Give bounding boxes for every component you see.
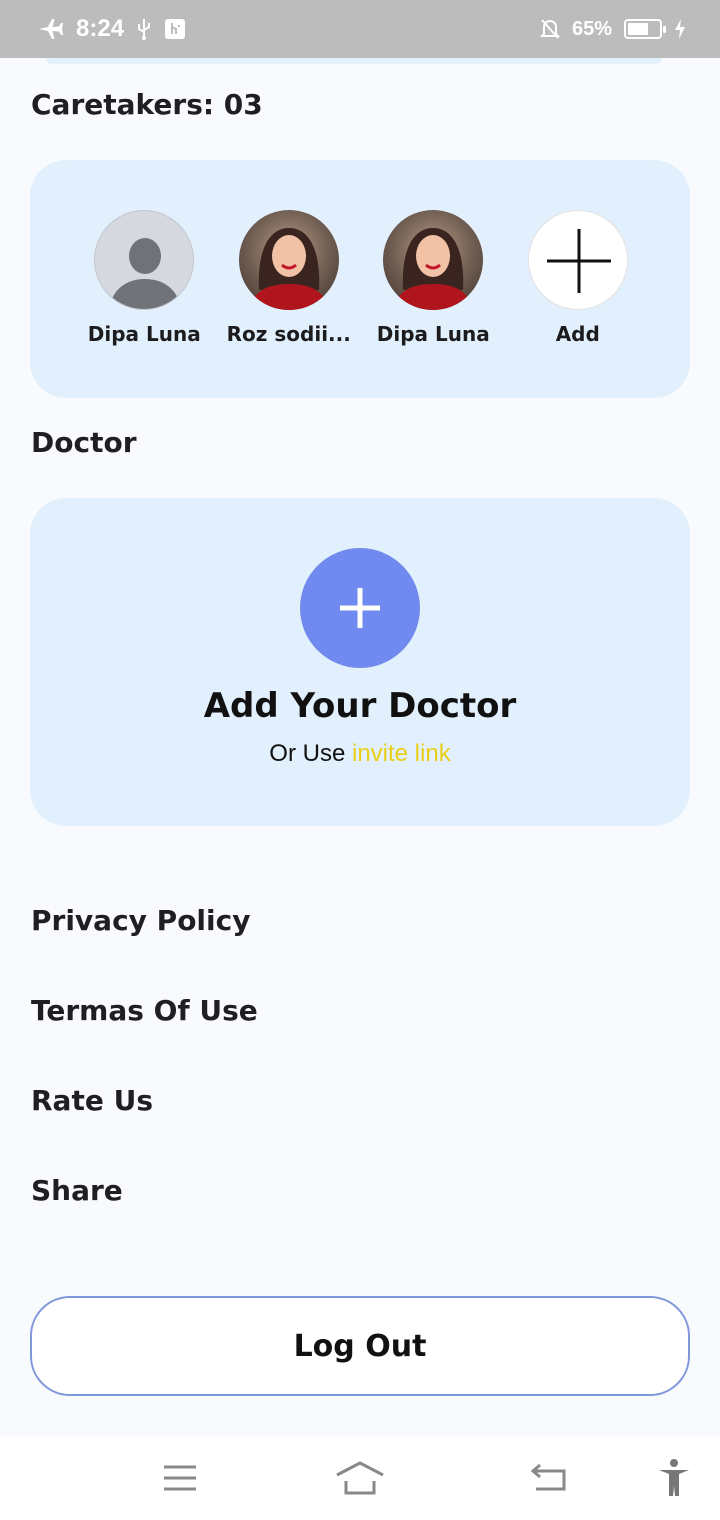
- doctor-title: Doctor: [31, 426, 137, 459]
- battery-percentage: 65%: [571, 17, 612, 40]
- caretakers-title: Caretakers: 03: [31, 88, 263, 121]
- charging-icon: [674, 19, 686, 39]
- caretaker-item[interactable]: Roz sodii...: [224, 210, 354, 346]
- caretaker-item[interactable]: Dipa Luna: [79, 210, 209, 346]
- woman-photo-icon: [393, 228, 474, 310]
- battery-level-fill: [628, 23, 648, 35]
- caretakers-list: Dipa Luna Roz sodii... Dipa Luna Add: [30, 160, 690, 346]
- battery-icon: [624, 19, 666, 39]
- add-doctor-button[interactable]: [300, 548, 420, 668]
- person-placeholder-icon: [109, 238, 181, 309]
- woman-photo-icon: [248, 228, 329, 310]
- caretaker-name: Roz sodii...: [226, 322, 351, 346]
- add-avatar: [527, 210, 628, 310]
- invite-prefix: Or Use: [269, 740, 352, 767]
- avatar: [94, 210, 195, 310]
- plus-icon: [340, 588, 380, 628]
- rate-us-link[interactable]: Rate Us: [31, 1084, 153, 1117]
- privacy-policy-link[interactable]: Privacy Policy: [31, 904, 250, 937]
- notifications-off-icon: [539, 18, 560, 40]
- share-link[interactable]: Share: [31, 1174, 123, 1207]
- invite-link[interactable]: invite link: [352, 740, 451, 767]
- status-left: 8:24: [38, 15, 186, 43]
- system-navigation-bar: [0, 1436, 720, 1520]
- home-icon[interactable]: [330, 1436, 390, 1520]
- add-doctor-title: Add Your Doctor: [203, 686, 517, 726]
- doctor-card: Add Your Doctor Or Use invite link: [30, 498, 690, 826]
- status-bar: 8:24 65%: [0, 0, 720, 58]
- previous-card-edge: [46, 58, 662, 64]
- menu-icon[interactable]: [150, 1436, 210, 1520]
- avatar: [238, 210, 339, 310]
- avatar: [383, 210, 484, 310]
- logout-button[interactable]: Log Out: [30, 1296, 690, 1396]
- caretakers-card: Dipa Luna Roz sodii... Dipa Luna Add: [30, 160, 690, 398]
- accessibility-icon[interactable]: [644, 1436, 704, 1520]
- status-right: 65%: [539, 17, 686, 41]
- caretaker-name: Dipa Luna: [376, 322, 490, 346]
- usb-icon: [136, 18, 152, 40]
- airplane-mode-icon: [38, 17, 64, 41]
- usb-debug-icon: [164, 18, 186, 40]
- caretaker-name: Dipa Luna: [87, 322, 201, 346]
- back-icon[interactable]: [518, 1436, 578, 1520]
- add-caretaker-button[interactable]: Add: [513, 210, 643, 346]
- caretaker-item[interactable]: Dipa Luna: [368, 210, 498, 346]
- plus-icon: [546, 229, 611, 293]
- invite-line: Or Use invite link: [269, 740, 450, 768]
- terms-of-use-link[interactable]: Termas Of Use: [31, 994, 258, 1027]
- status-time: 8:24: [76, 15, 125, 42]
- add-label: Add: [555, 322, 600, 346]
